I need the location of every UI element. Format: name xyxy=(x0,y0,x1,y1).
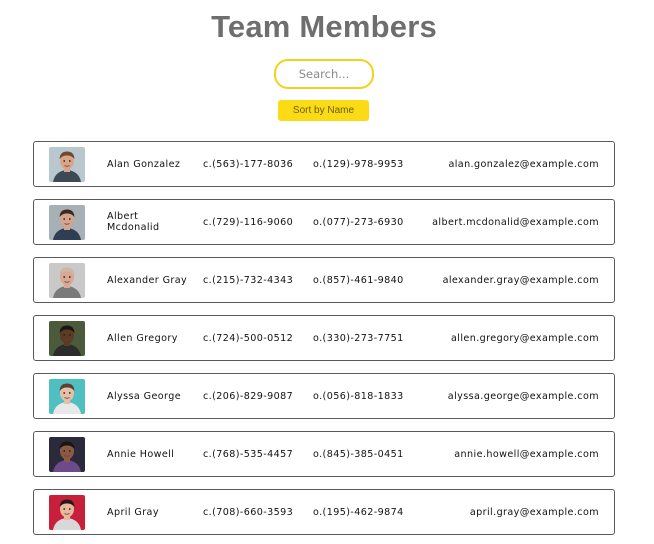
member-name: April Gray xyxy=(107,506,159,518)
avatar xyxy=(49,205,85,240)
member-card[interactable]: Albert Mcdonalid c.(729)-116-9060 o.(077… xyxy=(33,199,615,245)
avatar xyxy=(49,263,85,298)
member-office-phone: o.(330)-273-7751 xyxy=(313,332,404,344)
member-name: Alyssa George xyxy=(107,390,182,402)
member-email: albert.mcdonalid@example.com xyxy=(432,216,599,228)
member-card[interactable]: Annie Howell c.(768)-535-4457 o.(845)-38… xyxy=(33,431,615,477)
member-office-phone: o.(077)-273-6930 xyxy=(313,216,404,228)
member-card[interactable]: Alan Gonzalez c.(563)-177-8036 o.(129)-9… xyxy=(33,141,615,187)
member-office-phone: o.(857)-461-9840 xyxy=(313,274,404,286)
member-email: annie.howell@example.com xyxy=(454,448,599,460)
member-cell-phone: c.(206)-829-9087 xyxy=(203,390,294,402)
team-members-page: Team Members Sort by Name Alan Gonzalez … xyxy=(0,0,654,544)
member-card[interactable]: April Gray c.(708)-660-3593 o.(195)-462-… xyxy=(33,489,615,535)
member-email: alan.gonzalez@example.com xyxy=(448,158,599,170)
member-office-phone: o.(056)-818-1833 xyxy=(313,390,404,402)
page-title: Team Members xyxy=(211,9,437,44)
member-email: allen.gregory@example.com xyxy=(451,332,599,344)
member-email: april.gray@example.com xyxy=(469,506,599,518)
member-card[interactable]: Allen Gregory c.(724)-500-0512 o.(330)-2… xyxy=(33,315,615,361)
member-cell-phone: c.(768)-535-4457 xyxy=(203,448,294,460)
search-input[interactable] xyxy=(274,59,374,89)
member-cell-phone: c.(563)-177-8036 xyxy=(203,158,294,170)
sort-by-name-button[interactable]: Sort by Name xyxy=(278,100,369,121)
member-card[interactable]: Alyssa George c.(206)-829-9087 o.(056)-8… xyxy=(33,373,615,419)
member-cell-phone: c.(724)-500-0512 xyxy=(203,332,294,344)
avatar xyxy=(49,495,85,530)
member-name: Allen Gregory xyxy=(107,332,178,344)
member-name: Alan Gonzalez xyxy=(107,158,181,170)
member-email: alexander.gray@example.com xyxy=(442,274,599,286)
member-email: alyssa.george@example.com xyxy=(447,390,599,402)
avatar xyxy=(49,147,85,182)
member-name: Alexander Gray xyxy=(107,274,188,286)
avatar xyxy=(49,321,85,356)
member-name: Annie Howell xyxy=(107,448,175,460)
member-card[interactable]: Alexander Gray c.(215)-732-4343 o.(857)-… xyxy=(33,257,615,303)
member-cell-phone: c.(708)-660-3593 xyxy=(203,506,294,518)
member-office-phone: o.(129)-978-9953 xyxy=(313,158,404,170)
member-name: Albert Mcdonalid xyxy=(107,211,160,233)
team-member-list: Alan Gonzalez c.(563)-177-8036 o.(129)-9… xyxy=(33,141,615,544)
member-cell-phone: c.(215)-732-4343 xyxy=(203,274,294,286)
avatar xyxy=(49,379,85,414)
member-cell-phone: c.(729)-116-9060 xyxy=(203,216,294,228)
member-office-phone: o.(195)-462-9874 xyxy=(313,506,404,518)
member-office-phone: o.(845)-385-0451 xyxy=(313,448,404,460)
avatar xyxy=(49,437,85,472)
